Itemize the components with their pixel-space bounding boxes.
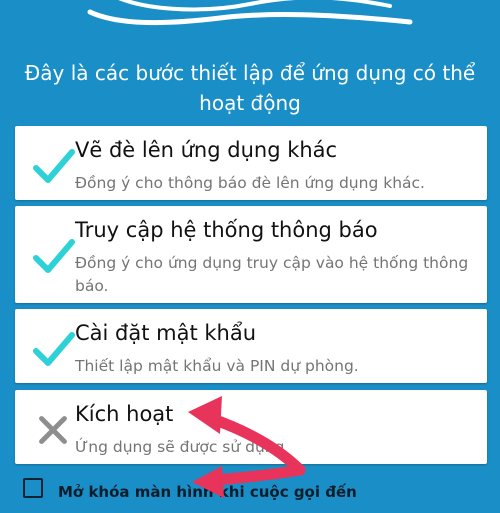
step-description: Đồng ý cho ứng dụng truy cập vào hệ thốn… bbox=[75, 254, 469, 295]
app-logo bbox=[87, 0, 413, 26]
step-card-notification-access[interactable]: Truy cập hệ thống thông báo Đồng ý cho ứ… bbox=[15, 206, 487, 303]
step-title: Cài đặt mật khẩu bbox=[75, 321, 257, 345]
unlock-on-call-label[interactable]: Mở khóa màn hình khi cuộc gọi đến bbox=[58, 483, 357, 501]
step-description: Ứng dụng sẽ được sử dụng bbox=[75, 438, 285, 456]
unlock-on-call-checkbox[interactable] bbox=[23, 478, 43, 498]
check-icon bbox=[33, 149, 75, 183]
step-description: Thiết lập mật khẩu và PIN dự phòng. bbox=[75, 357, 359, 375]
step-title: Truy cập hệ thống thông báo bbox=[75, 218, 378, 242]
step-title: Kích hoạt bbox=[75, 402, 174, 426]
cross-icon bbox=[39, 416, 67, 444]
check-icon bbox=[33, 332, 75, 366]
step-card-draw-over-apps[interactable]: Vẽ đè lên ứng dụng khác Đồng ý cho thông… bbox=[15, 126, 487, 200]
step-card-activate[interactable]: Kích hoạt Ứng dụng sẽ được sử dụng bbox=[15, 390, 487, 464]
check-icon bbox=[33, 239, 75, 273]
step-card-password-setup[interactable]: Cài đặt mật khẩu Thiết lập mật khẩu và P… bbox=[15, 309, 487, 383]
step-title: Vẽ đè lên ứng dụng khác bbox=[75, 138, 338, 162]
step-description: Đồng ý cho thông báo đè lên ứng dụng khá… bbox=[75, 174, 425, 192]
intro-text: Đây là các bước thiết lập để ứng dụng có… bbox=[24, 61, 476, 115]
